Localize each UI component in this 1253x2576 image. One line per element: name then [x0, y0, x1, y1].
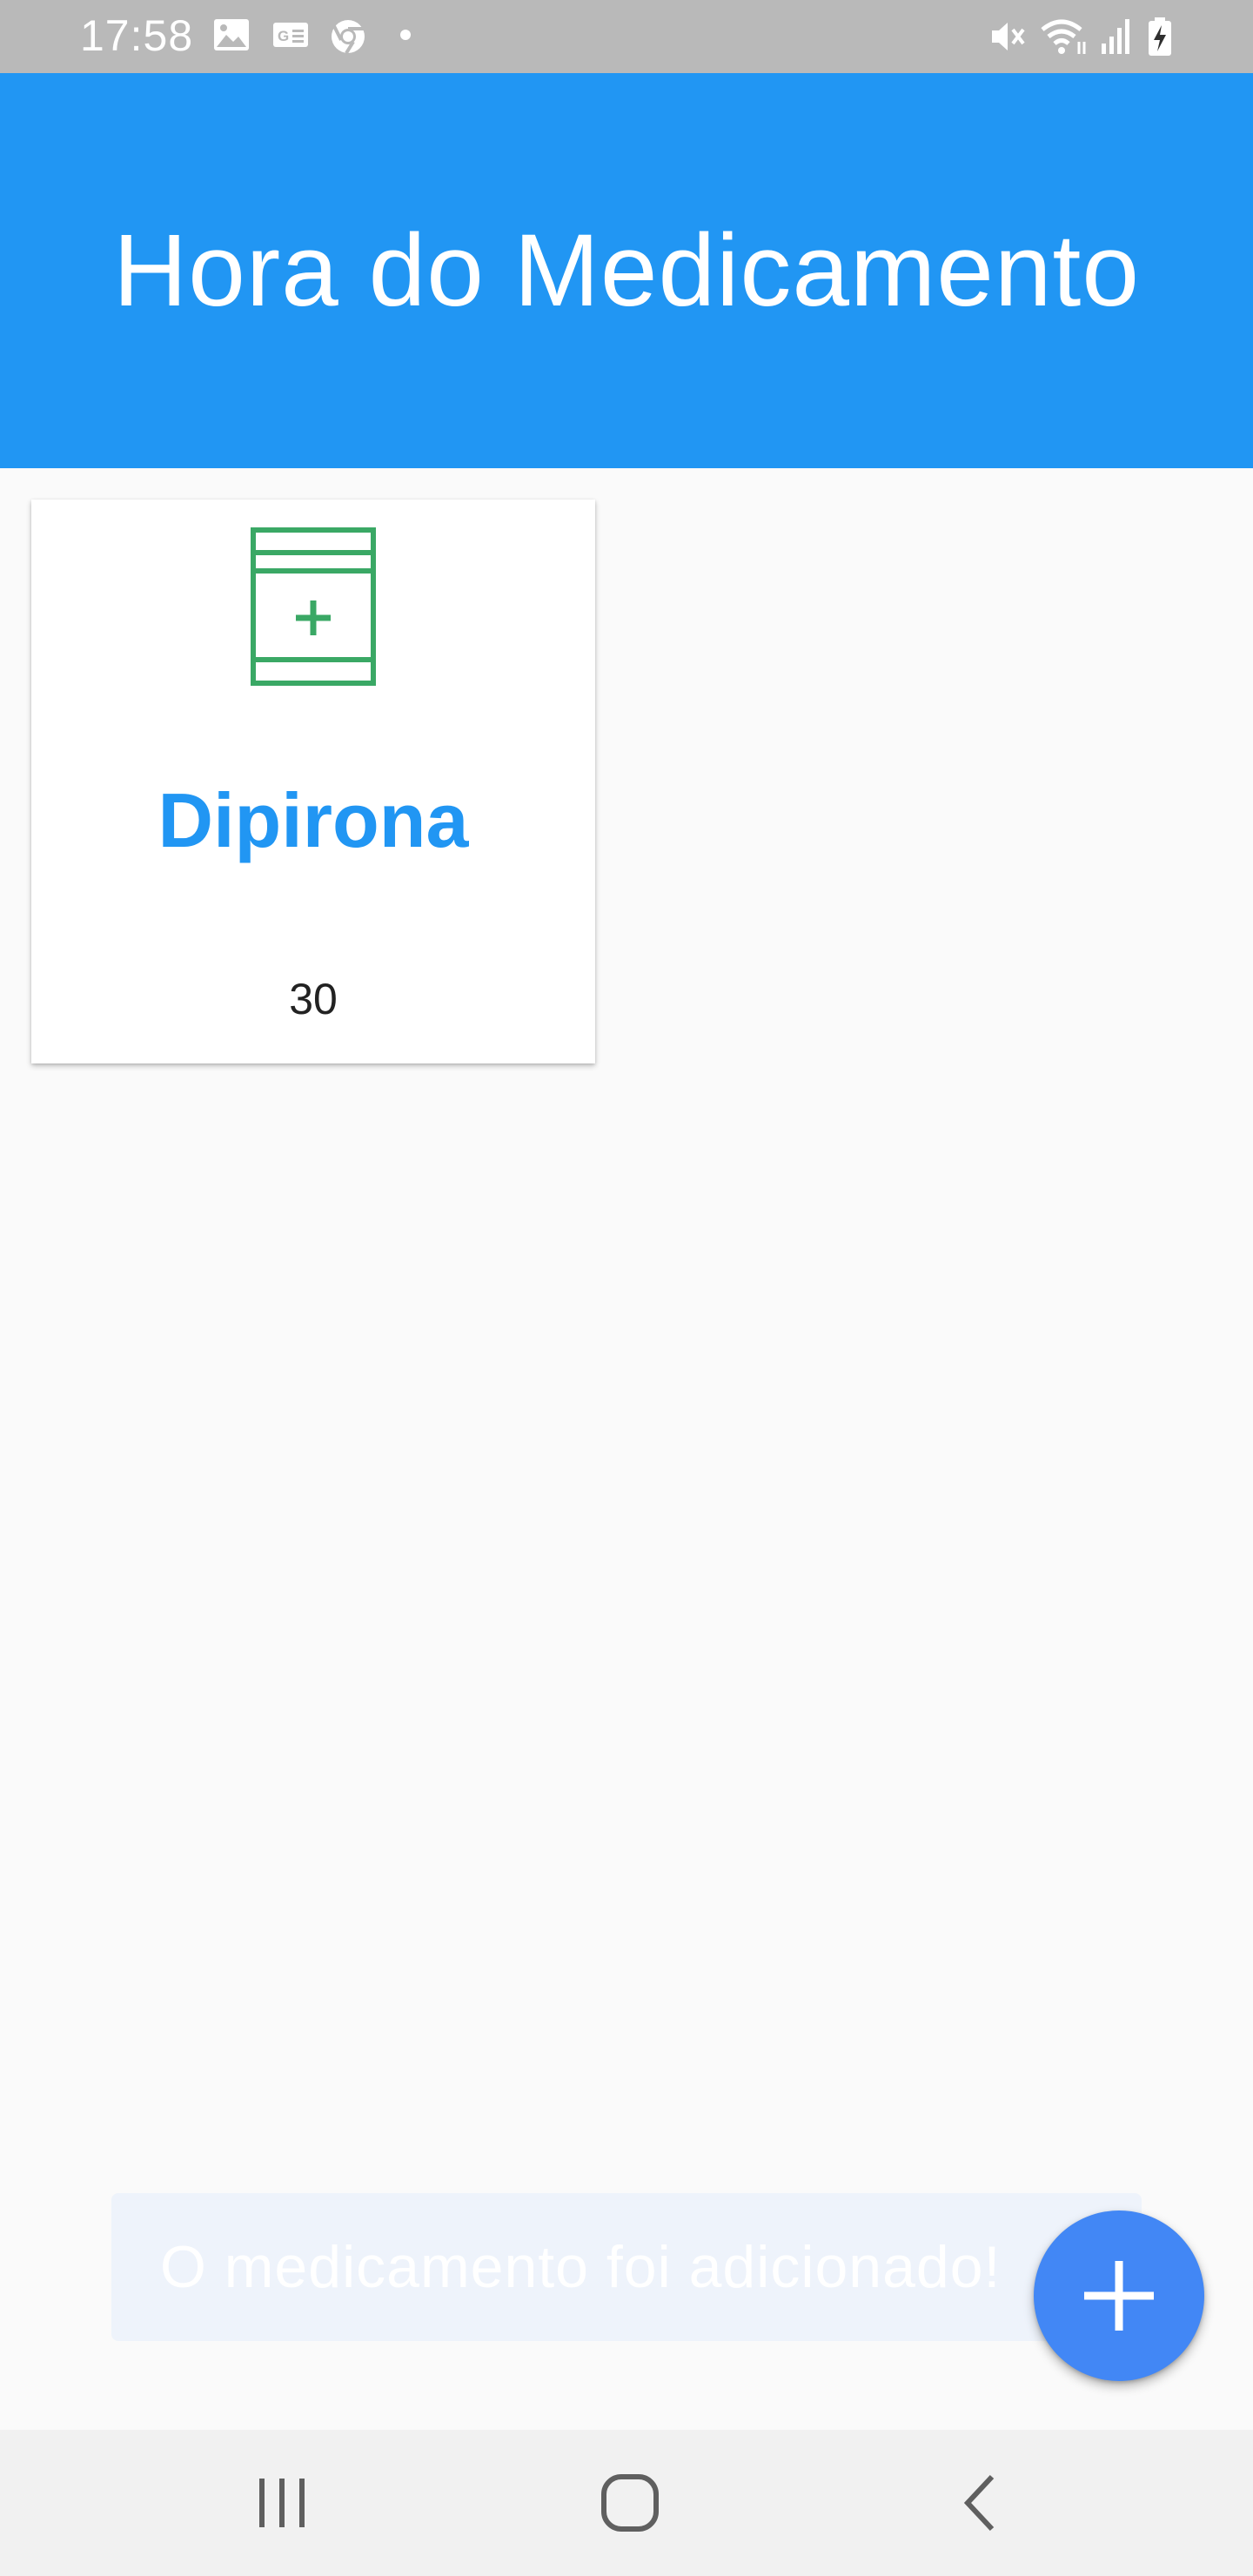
svg-text:G: G	[278, 28, 289, 44]
medicine-bottle-icon	[251, 527, 376, 686]
signal-icon	[1102, 19, 1129, 54]
wifi-icon	[1041, 19, 1086, 54]
chrome-icon	[332, 20, 365, 55]
recent-apps-icon[interactable]	[254, 2468, 310, 2538]
medication-list: Dipirona 30 O medicamento foi adicionado…	[0, 468, 1253, 2430]
add-medication-button[interactable]	[1034, 2210, 1204, 2381]
medication-name: Dipirona	[157, 777, 469, 863]
medication-card[interactable]: Dipirona 30	[31, 500, 595, 1063]
news-icon: G	[273, 23, 308, 47]
app-title: Hora do Medicamento	[113, 213, 1140, 328]
home-icon[interactable]	[597, 2468, 667, 2538]
snackbar-message: O medicamento foi adicionado!	[160, 2234, 1002, 2300]
back-icon[interactable]	[954, 2468, 1006, 2538]
image-icon	[214, 19, 249, 50]
status-time: 17:58	[80, 11, 194, 60]
dot-icon	[400, 30, 411, 40]
status-bar: 17:58 G	[0, 0, 1253, 73]
battery-charging-icon	[1149, 17, 1171, 56]
snackbar: O medicamento foi adicionado!	[111, 2193, 1142, 2341]
mute-icon	[992, 23, 1025, 50]
medication-quantity: 30	[289, 975, 338, 1023]
app-bar: Hora do Medicamento	[0, 73, 1253, 468]
add-icon	[1084, 2261, 1154, 2331]
navigation-bar	[0, 2430, 1253, 2576]
